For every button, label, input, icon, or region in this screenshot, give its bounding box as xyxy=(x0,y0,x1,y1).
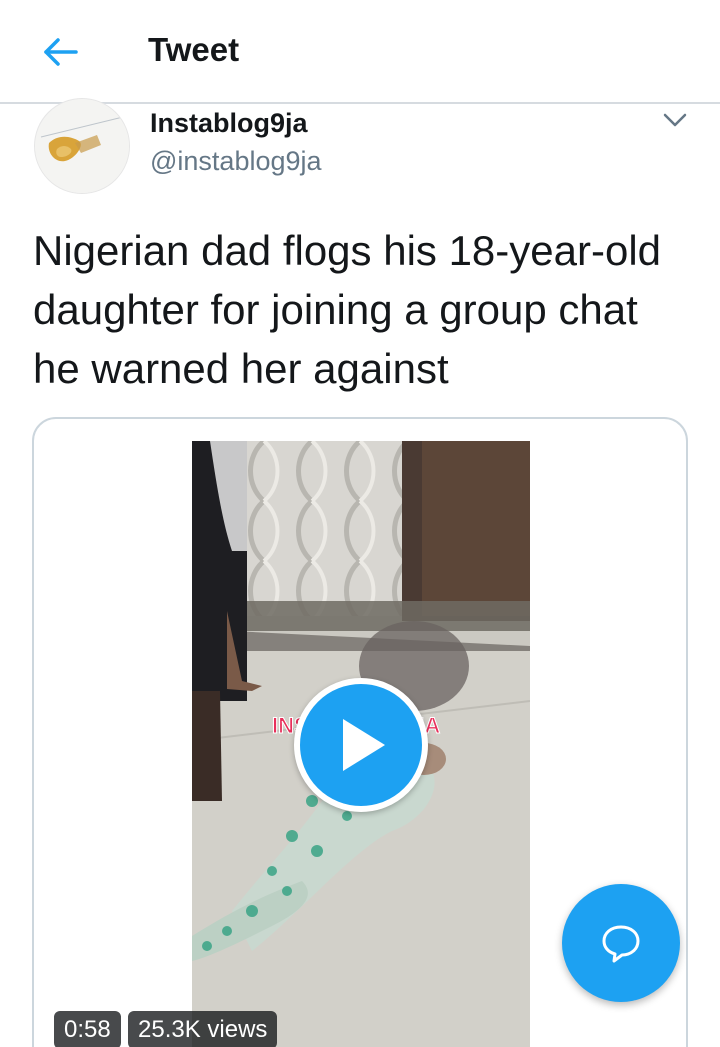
play-button[interactable] xyxy=(294,678,428,812)
tweet-detail-screen: Tweet Instablog9ja @instablog9ja Nigeria… xyxy=(0,0,720,1047)
app-header: Tweet xyxy=(0,0,720,104)
video-duration-badge: 0:58 xyxy=(54,1011,121,1047)
instablog9ja-logo-icon xyxy=(35,99,129,193)
page-title: Tweet xyxy=(148,31,240,68)
arrow-left-icon xyxy=(36,38,84,80)
tweet-text: Nigerian dad flogs his 18-year-old daugh… xyxy=(33,227,662,392)
back-button[interactable] xyxy=(36,28,84,76)
avatar[interactable] xyxy=(34,98,130,194)
video-views-badge: 25.3K views xyxy=(128,1011,278,1047)
author-handle[interactable]: @instablog9ja xyxy=(150,144,322,178)
tweet-menu-button[interactable] xyxy=(658,106,692,134)
author-display-name[interactable]: Instablog9ja xyxy=(150,106,308,140)
chevron-down-icon xyxy=(658,113,692,138)
reply-fab-button[interactable] xyxy=(562,884,680,1002)
